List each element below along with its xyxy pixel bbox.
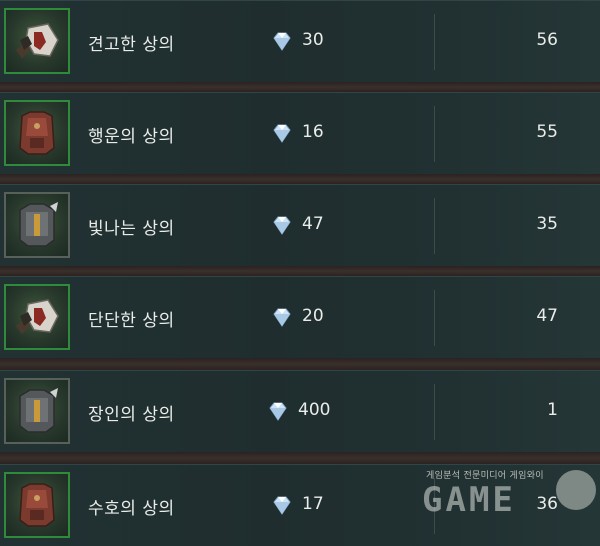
lucky-top-icon [4, 100, 70, 166]
item-name: 단단한 상의 [88, 311, 175, 331]
price-value: 400 [298, 400, 331, 420]
price-value: 47 [302, 214, 324, 234]
row-separator [0, 82, 600, 92]
sturdy-top-icon [4, 8, 70, 74]
price-value: 17 [302, 494, 324, 514]
row-separator [0, 358, 600, 370]
watermark-logo: GAME [422, 480, 516, 520]
list-item[interactable]: 행운의 상의 16 55 [0, 92, 600, 174]
price-value: 20 [302, 306, 324, 326]
diamond-icon [269, 402, 287, 421]
diamond-icon [273, 32, 291, 51]
diamond-icon [273, 216, 291, 235]
item-name: 수호의 상의 [88, 499, 175, 519]
list-item[interactable]: 빛나는 상의 47 35 [0, 184, 600, 266]
item-name: 장인의 상의 [88, 405, 175, 425]
watermark: 게임분석 전문미디어 게임와이 GAME [422, 468, 598, 530]
price-value: 30 [302, 30, 324, 50]
watermark-circle [556, 470, 596, 510]
shining-top-icon [4, 192, 70, 258]
diamond-icon [273, 308, 291, 327]
column-divider [434, 14, 435, 70]
row-separator [0, 452, 600, 464]
item-name: 견고한 상의 [88, 35, 175, 55]
item-name: 빛나는 상의 [88, 219, 175, 239]
item-count: 55 [536, 122, 558, 142]
item-name: 행운의 상의 [88, 127, 175, 147]
item-count: 56 [536, 30, 558, 50]
list-item[interactable]: 견고한 상의 30 56 [0, 0, 600, 82]
column-divider [434, 384, 435, 440]
solid-top-icon [4, 284, 70, 350]
column-divider [434, 290, 435, 346]
column-divider [434, 106, 435, 162]
price-value: 16 [302, 122, 324, 142]
list-item[interactable]: 장인의 상의 400 1 [0, 370, 600, 452]
item-list: 견고한 상의 30 56 행운의 상의 16 55 빛나는 상의 47 35 단… [0, 0, 600, 546]
item-count: 1 [547, 400, 558, 420]
column-divider [434, 198, 435, 254]
guardian-top-icon [4, 472, 70, 538]
row-separator [0, 266, 600, 276]
diamond-icon [273, 496, 291, 515]
diamond-icon [273, 124, 291, 143]
row-separator [0, 174, 600, 184]
item-count: 35 [536, 214, 558, 234]
artisan-top-icon [4, 378, 70, 444]
item-count: 47 [536, 306, 558, 326]
list-item[interactable]: 단단한 상의 20 47 [0, 276, 600, 358]
